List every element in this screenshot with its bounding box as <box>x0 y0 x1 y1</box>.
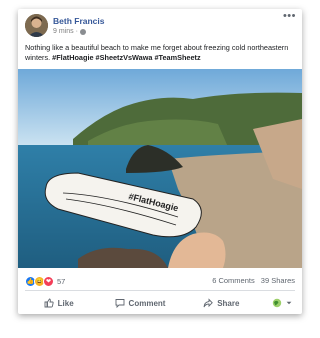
reaction-count: 57 <box>57 276 66 286</box>
like-button[interactable]: Like <box>18 292 99 314</box>
comment-button[interactable]: Comment <box>99 292 180 314</box>
post-text: Nothing like a beautiful beach to make m… <box>25 43 297 63</box>
chevron-down-icon <box>286 301 292 305</box>
engagement-stats: 6 Comments 39 Shares <box>212 276 295 285</box>
share-button[interactable]: Share <box>181 292 262 314</box>
share-count[interactable]: 39 Shares <box>261 276 295 285</box>
share-icon <box>203 298 214 308</box>
post-card: Beth Francis 9 mins · ••• Nothing like a… <box>18 9 302 314</box>
author-name[interactable]: Beth Francis <box>53 16 105 26</box>
post-photo[interactable]: #FlatHoagie <box>18 69 302 268</box>
comment-label: Comment <box>128 298 166 308</box>
love-reaction-icon: ❤ <box>43 275 54 287</box>
like-label: Like <box>57 298 74 308</box>
share-label: Share <box>217 298 240 308</box>
avatar-image <box>25 14 48 37</box>
reactions-summary[interactable]: 👍 😄 ❤ 57 <box>25 275 65 287</box>
comment-icon <box>115 299 124 308</box>
post-time[interactable]: 9 mins <box>53 28 74 35</box>
post-header: Beth Francis 9 mins · ••• <box>18 9 302 43</box>
avatar[interactable] <box>25 14 48 37</box>
audience-selector[interactable] <box>262 292 302 314</box>
divider <box>25 290 295 291</box>
globe-profile-icon <box>272 298 282 308</box>
meta-separator: · <box>75 28 78 35</box>
thumb-up-icon <box>44 298 54 308</box>
post-meta: 9 mins · <box>53 28 86 35</box>
comment-count[interactable]: 6 Comments <box>212 276 255 285</box>
post-hashtags[interactable]: #FlatHoagie #SheetzVsWawa #TeamSheetz <box>52 53 200 62</box>
more-icon[interactable]: ••• <box>283 10 296 22</box>
globe-icon <box>79 28 86 35</box>
post-actions: Like Comment Share <box>18 292 302 314</box>
